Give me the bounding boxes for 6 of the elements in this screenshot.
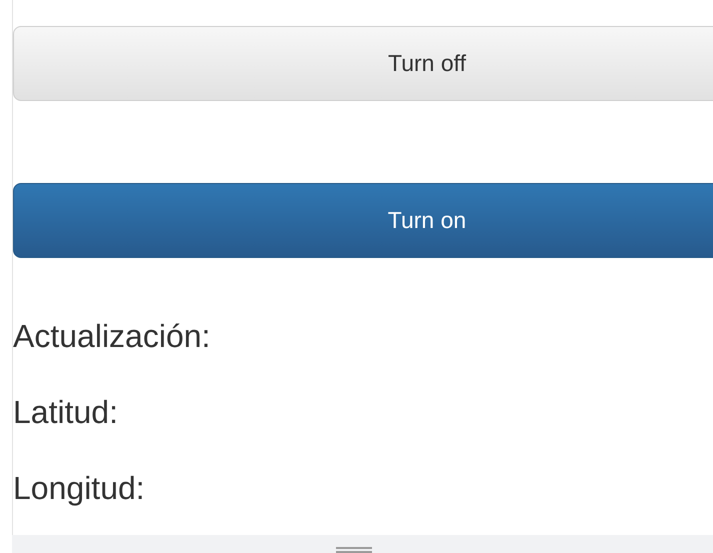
field-label: Longitud: bbox=[13, 470, 145, 506]
turn-off-button[interactable]: Turn off bbox=[13, 26, 713, 101]
field-label: Actualización: bbox=[13, 318, 210, 354]
turn-on-button[interactable]: Turn on bbox=[13, 183, 713, 258]
field-label: Latitud: bbox=[13, 394, 118, 430]
drag-handle-icon[interactable] bbox=[336, 547, 372, 553]
